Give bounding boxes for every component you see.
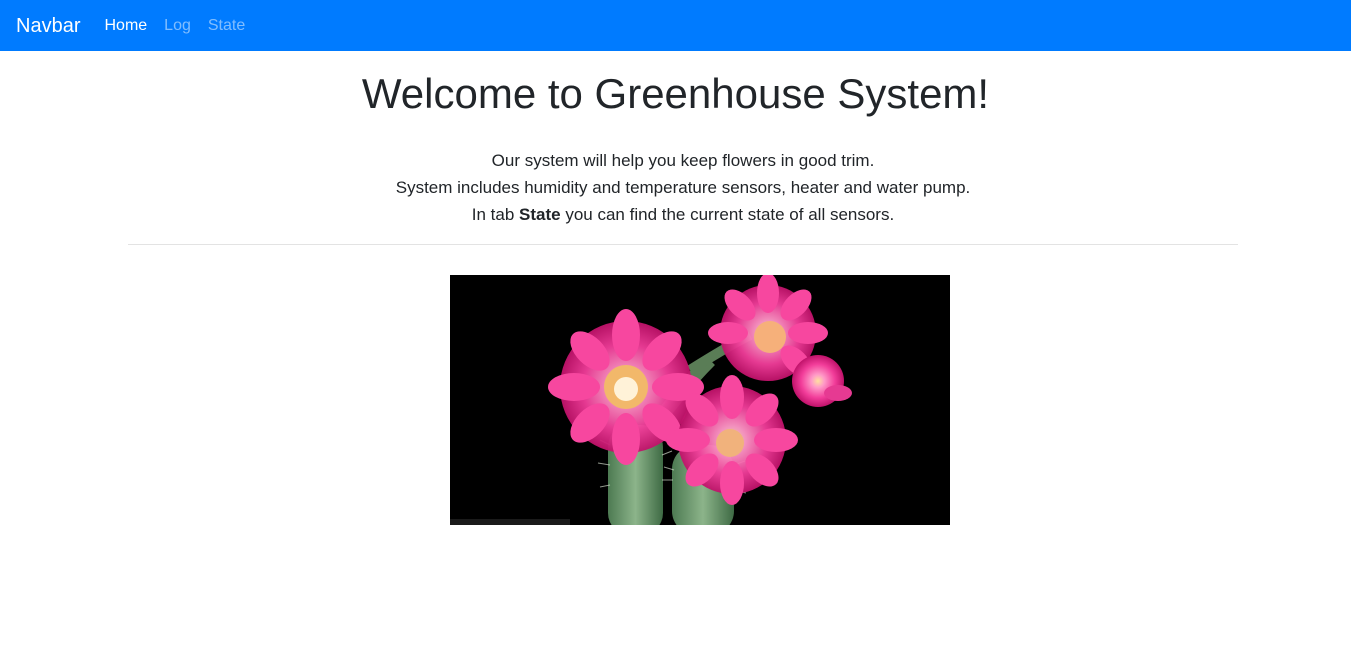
- intro-line-3-prefix: In tab: [471, 205, 520, 224]
- nav-link-log[interactable]: Log: [164, 17, 191, 34]
- nav-link-home[interactable]: Home: [104, 17, 147, 34]
- intro-line-1: Our system will help you keep flowers in…: [491, 151, 875, 170]
- section-divider: [128, 244, 1238, 245]
- navbar-brand[interactable]: Navbar: [16, 16, 80, 36]
- intro-line-3: In tab State you can find the current st…: [0, 201, 1351, 228]
- cactus-flower-image: [450, 275, 950, 525]
- intro-text: Our system will help you keep flowers in…: [0, 147, 1351, 228]
- intro-line-2: System includes humidity and temperature…: [395, 178, 971, 197]
- cactus-illustration: [450, 275, 950, 525]
- page-title: Welcome to Greenhouse System!: [361, 70, 990, 117]
- nav-link-state[interactable]: State: [208, 17, 245, 34]
- intro-state-highlight: State: [519, 205, 561, 224]
- navbar: Navbar Home Log State: [0, 0, 1351, 51]
- intro-line-3-suffix: you can find the current state of all se…: [560, 205, 895, 224]
